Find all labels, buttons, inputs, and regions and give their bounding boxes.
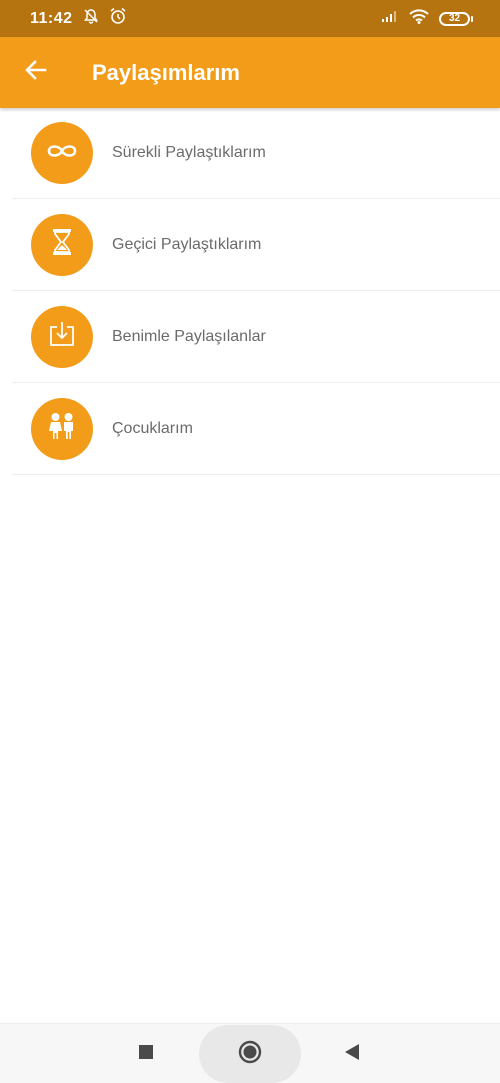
menu-item-cocuklarim[interactable]: Çocuklarım <box>12 383 500 475</box>
infinity-icon <box>46 141 78 166</box>
home-circle-icon <box>238 1040 262 1069</box>
menu-item-label: Sürekli Paylaştıklarım <box>112 144 266 161</box>
children-icon <box>47 411 77 446</box>
download-icon <box>48 320 76 353</box>
recents-button[interactable] <box>136 1044 156 1064</box>
notifications-off-icon <box>83 8 99 29</box>
menu-item-icon-circle <box>31 397 93 460</box>
page-title: Paylaşımlarım <box>92 59 240 85</box>
menu-item-gecici-paylastiklarim[interactable]: Geçici Paylaştıklarım <box>12 199 500 291</box>
menu-item-icon-circle <box>31 305 93 368</box>
menu-list: Sürekli Paylaştıklarım Geçici Paylaştıkl… <box>0 108 500 475</box>
menu-item-icon-circle <box>31 213 93 276</box>
alarm-icon <box>109 7 127 30</box>
battery-icon: 32 <box>439 11 473 26</box>
menu-item-benimle-paylasilanlar[interactable]: Benimle Paylaşılanlar <box>12 291 500 383</box>
menu-item-label: Benimle Paylaşılanlar <box>112 327 266 345</box>
app-bar: Paylaşımlarım <box>0 37 500 108</box>
hourglass-icon <box>51 228 73 261</box>
home-button[interactable] <box>238 1040 262 1069</box>
arrow-left-icon <box>25 59 47 86</box>
system-nav-bar <box>0 1023 500 1083</box>
menu-item-label: Geçici Paylaştıklarım <box>112 235 262 253</box>
status-bar: 11:42 32 <box>0 0 500 37</box>
back-triangle-icon <box>344 1043 360 1066</box>
menu-item-icon-circle <box>31 122 93 184</box>
wifi-icon <box>409 8 429 29</box>
back-nav-button[interactable] <box>342 1043 362 1066</box>
back-button[interactable] <box>24 59 48 86</box>
menu-item-surekli-paylastiklarim[interactable]: Sürekli Paylaştıklarım <box>12 108 500 199</box>
status-time: 11:42 <box>30 9 73 27</box>
recents-square-icon <box>138 1044 154 1065</box>
menu-item-label: Çocuklarım <box>112 419 193 437</box>
signal-icon <box>381 9 399 28</box>
